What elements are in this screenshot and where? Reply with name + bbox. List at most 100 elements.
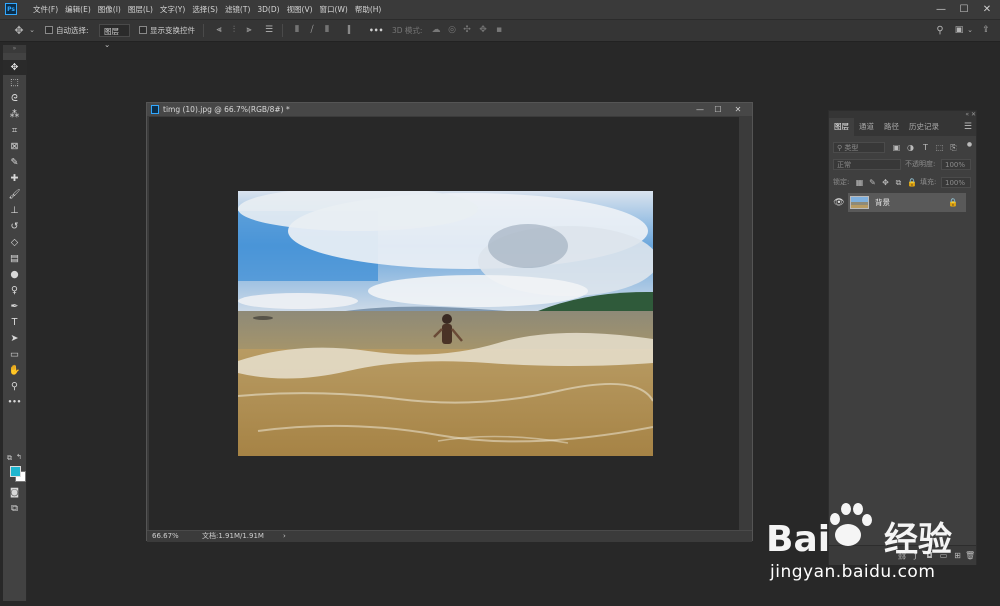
- menu-edit[interactable]: 编辑(E): [62, 0, 94, 19]
- document-tab[interactable]: timg (10).jpg @ 66.7%(RGB/8#) * — ☐ ✕: [147, 103, 752, 116]
- path-select-tool-icon[interactable]: ➤: [3, 331, 26, 346]
- share-icon[interactable]: ⇪: [980, 24, 992, 37]
- document-close-button[interactable]: ✕: [729, 103, 747, 116]
- menu-view[interactable]: 视图(V): [284, 0, 316, 19]
- layer-name: 背景: [875, 198, 890, 207]
- distribute-center-icon[interactable]: ⧸: [306, 24, 318, 37]
- menu-file[interactable]: 文件(F): [30, 0, 61, 19]
- drag-3d-icon[interactable]: ✣: [461, 24, 473, 37]
- foreground-color-swatch[interactable]: [10, 466, 21, 477]
- brush-tool-icon[interactable]: 🖌: [3, 187, 26, 202]
- close-button[interactable]: ✕: [976, 0, 998, 19]
- tab-paths[interactable]: 路径: [879, 118, 904, 136]
- fill-label: 填充:: [920, 178, 937, 186]
- align-top-icon[interactable]: ☰: [263, 24, 275, 37]
- healing-brush-tool-icon[interactable]: ✚: [3, 171, 26, 186]
- lock-pixels-icon[interactable]: ✎: [868, 177, 877, 188]
- screen-mode-icon[interactable]: ⧉: [3, 501, 26, 516]
- panel-collapse-icon[interactable]: « ✕: [829, 111, 976, 118]
- filter-pixel-icon[interactable]: ▣: [892, 142, 901, 153]
- rectangle-tool-icon[interactable]: ▭: [3, 347, 26, 362]
- hand-tool-icon[interactable]: ✋: [3, 363, 26, 378]
- filter-type-icon[interactable]: T: [921, 142, 930, 153]
- crop-tool-icon[interactable]: ⌗: [3, 123, 26, 138]
- move-icon[interactable]: ✥: [13, 24, 25, 37]
- move-tool-icon[interactable]: ✥: [3, 60, 26, 75]
- type-tool-icon[interactable]: T: [3, 315, 26, 330]
- menu-help[interactable]: 帮助(H): [352, 0, 385, 19]
- menu-layer[interactable]: 图层(L): [125, 0, 156, 19]
- minimize-button[interactable]: —: [930, 0, 952, 19]
- history-brush-tool-icon[interactable]: ↺: [3, 219, 26, 234]
- document-maximize-button[interactable]: ☐: [709, 103, 727, 116]
- default-colors-icon[interactable]: ⧉: [7, 454, 12, 463]
- menu-select[interactable]: 选择(S): [189, 0, 221, 19]
- menu-3d[interactable]: 3D(D): [254, 0, 282, 19]
- eye-icon[interactable]: 👁: [832, 196, 846, 210]
- filter-shape-icon[interactable]: ⬚: [935, 142, 944, 153]
- quick-mask-icon[interactable]: ◙: [3, 485, 26, 500]
- blend-mode-dropdown[interactable]: 正常: [833, 159, 901, 170]
- slide-3d-icon[interactable]: ✥: [477, 24, 489, 37]
- swap-colors-icon[interactable]: ↰: [16, 453, 22, 461]
- orbit-3d-icon[interactable]: ☁: [430, 24, 442, 37]
- maximize-button[interactable]: ☐: [953, 0, 975, 19]
- lock-all-icon[interactable]: 🔒: [907, 177, 917, 188]
- panel-grip[interactable]: »: [3, 45, 26, 53]
- layer-kind-filter[interactable]: ⚲ 类型: [833, 142, 885, 153]
- more-options-button[interactable]: •••: [369, 20, 383, 41]
- auto-select-checkbox[interactable]: [45, 26, 53, 34]
- lasso-tool-icon[interactable]: ᘓ: [3, 91, 26, 106]
- menu-window[interactable]: 窗口(W): [317, 0, 351, 19]
- show-transform-checkbox[interactable]: [139, 26, 147, 34]
- eraser-tool-icon[interactable]: ◇: [3, 235, 26, 250]
- lock-label: 锁定:: [833, 178, 850, 186]
- zoom-tool-icon[interactable]: ⚲: [3, 379, 26, 394]
- status-menu-arrow[interactable]: ›: [283, 531, 286, 542]
- filter-adjustment-icon[interactable]: ◑: [906, 142, 915, 153]
- frame-tool-icon[interactable]: ⊠: [3, 139, 26, 154]
- scale-3d-icon[interactable]: ▪: [493, 24, 505, 37]
- zoom-level[interactable]: 66.67%: [152, 531, 179, 542]
- align-left-icon[interactable]: ⫷: [213, 24, 225, 37]
- lock-artboard-icon[interactable]: ⧉: [894, 177, 903, 188]
- divider: [282, 24, 283, 37]
- distribute-right-icon[interactable]: ⦀: [321, 24, 333, 37]
- menu-type[interactable]: 文字(Y): [157, 0, 188, 19]
- pen-tool-icon[interactable]: ✒: [3, 299, 26, 314]
- panel-menu-icon[interactable]: ☰: [964, 118, 972, 136]
- search-icon[interactable]: ⚲: [934, 24, 946, 37]
- menu-filter[interactable]: 滤镜(T): [222, 0, 253, 19]
- distribute-spacing-icon[interactable]: ‖: [343, 24, 355, 37]
- marquee-tool-icon[interactable]: ⬚: [3, 75, 26, 90]
- tab-channels[interactable]: 通道: [854, 118, 879, 136]
- vertical-scrollbar[interactable]: [741, 117, 751, 530]
- blur-tool-icon[interactable]: ●: [3, 267, 26, 282]
- gradient-tool-icon[interactable]: ▤: [3, 251, 26, 266]
- lock-position-icon[interactable]: ✥: [881, 177, 890, 188]
- fill-input[interactable]: 100%: [941, 177, 971, 188]
- filter-smart-object-icon[interactable]: ⎘: [949, 142, 958, 153]
- document-info: 文档:1.91M/1.91M: [202, 532, 264, 540]
- tab-history[interactable]: 历史记录: [904, 118, 944, 136]
- menu-image[interactable]: 图像(I): [95, 0, 124, 19]
- document-minimize-button[interactable]: —: [691, 103, 709, 116]
- opacity-input[interactable]: 100%: [941, 159, 971, 170]
- distribute-left-icon[interactable]: ⦀: [291, 24, 303, 37]
- align-center-icon[interactable]: ⫶: [228, 24, 240, 37]
- filter-toggle-icon[interactable]: ●: [965, 139, 974, 150]
- auto-select-dropdown[interactable]: 图层 ⌄: [99, 24, 130, 49]
- chevron-down-icon[interactable]: ⌄: [964, 24, 976, 37]
- quick-select-tool-icon[interactable]: ⁂: [3, 107, 26, 122]
- more-tools-icon[interactable]: •••: [3, 395, 26, 410]
- align-right-icon[interactable]: ⫸: [243, 24, 255, 37]
- clone-stamp-tool-icon[interactable]: ⊥: [3, 203, 26, 218]
- watermark-url: jingyan.baidu.com: [770, 562, 936, 582]
- roll-3d-icon[interactable]: ◎: [446, 24, 458, 37]
- lock-transparent-icon[interactable]: ▦: [855, 177, 864, 188]
- layer-row[interactable]: 背景 🔒: [848, 193, 966, 212]
- tab-layers[interactable]: 图层: [829, 118, 854, 136]
- eyedropper-tool-icon[interactable]: ✎: [3, 155, 26, 170]
- dodge-tool-icon[interactable]: ♀: [3, 283, 26, 298]
- chevron-down-icon[interactable]: ⌄: [26, 24, 38, 37]
